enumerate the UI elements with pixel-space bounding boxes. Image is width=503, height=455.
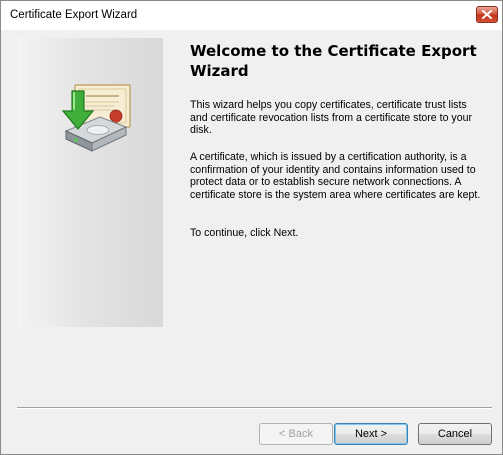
wizard-heading: Welcome to the Certificate Export Wizard [190,42,477,80]
back-button[interactable]: < Back [259,423,333,445]
cancel-button[interactable]: Cancel [418,423,492,445]
certificate-info-paragraph: A certificate, which is issued by a cert… [190,151,481,201]
close-x-icon [482,10,492,19]
certificate-export-icon [56,83,136,162]
title-bar[interactable]: Certificate Export Wizard [1,1,502,30]
next-button[interactable]: Next > [334,423,408,445]
wizard-body: Welcome to the Certificate Export Wizard… [8,30,495,450]
wizard-description-paragraph: This wizard helps you copy certificates,… [190,99,473,137]
wizard-side-panel [17,38,163,327]
window-title: Certificate Export Wizard [10,9,138,21]
button-separator [17,407,492,409]
certificate-export-wizard-window: Certificate Export Wizard Welcome to the… [0,0,503,455]
close-button[interactable] [476,6,498,23]
continue-instruction: To continue, click Next. [190,227,299,239]
